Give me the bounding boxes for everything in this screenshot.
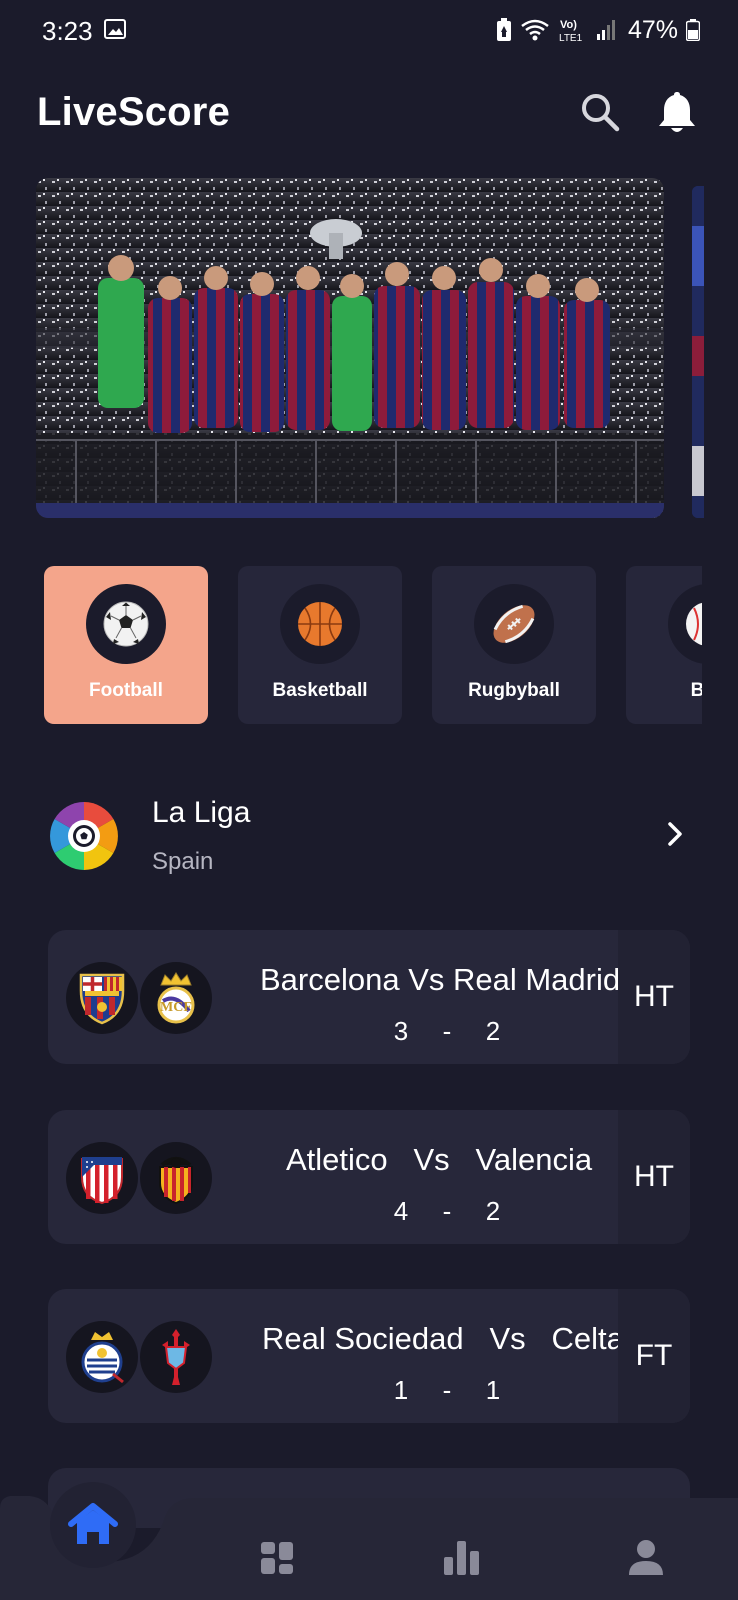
rugby-ball-icon bbox=[493, 604, 535, 644]
real-madrid-logo: MCF bbox=[140, 962, 212, 1034]
svg-text:Vo): Vo) bbox=[560, 19, 577, 31]
status-bar: 3:23 Vo) LTE1 47% bbox=[0, 0, 738, 60]
nav-profile[interactable] bbox=[624, 1536, 668, 1580]
real-sociedad-logo bbox=[66, 1321, 138, 1393]
match-status: FT bbox=[618, 1289, 690, 1423]
away-score: 1 bbox=[485, 1375, 501, 1405]
home-score: 1 bbox=[393, 1375, 409, 1405]
battery-percent: 47% bbox=[627, 15, 678, 44]
wifi-icon bbox=[521, 19, 549, 41]
atletico-logo bbox=[66, 1142, 138, 1214]
league-country: Spain bbox=[152, 848, 214, 875]
app-screen: 3:23 Vo) LTE1 47% LiveScore Football Bas… bbox=[0, 0, 738, 1600]
score-separator: - bbox=[442, 1375, 452, 1405]
nav-stats[interactable] bbox=[440, 1536, 484, 1580]
match-card[interactable]: MCF Barcelona Vs Real Madrid 3 - 2 HT bbox=[48, 930, 690, 1064]
category-label: Basketball bbox=[272, 680, 368, 701]
match-title: Real Sociedad Vs Celta bbox=[262, 1321, 624, 1356]
gallery-icon bbox=[104, 19, 126, 39]
grid-icon bbox=[261, 1542, 293, 1574]
soccer-ball-icon bbox=[103, 601, 149, 647]
match-score: 3 - 2 bbox=[388, 1016, 506, 1050]
svg-text:LTE1: LTE1 bbox=[559, 33, 583, 43]
barcelona-logo bbox=[66, 962, 138, 1034]
away-score: 2 bbox=[485, 1196, 501, 1226]
svg-text:MCF: MCF bbox=[160, 1000, 192, 1015]
baseball-icon bbox=[686, 602, 702, 646]
match-card[interactable]: Real Sociedad Vs Celta 1 - 1 FT bbox=[48, 1289, 690, 1423]
battery-icon bbox=[686, 19, 700, 41]
league-row[interactable]: La Liga Spain bbox=[46, 792, 698, 882]
nav-home[interactable] bbox=[50, 1482, 136, 1568]
home-score: 4 bbox=[393, 1196, 409, 1226]
nav-dashboard[interactable] bbox=[255, 1536, 299, 1580]
category-label: Football bbox=[89, 680, 163, 701]
basketball-icon bbox=[298, 602, 342, 646]
match-status: HT bbox=[618, 930, 690, 1064]
category-rugbyball[interactable]: Rugbyball bbox=[432, 566, 596, 724]
category-football[interactable]: Football bbox=[44, 566, 208, 724]
celta-logo bbox=[140, 1321, 212, 1393]
match-title: Barcelona Vs Real Madrid bbox=[260, 962, 621, 997]
league-name: La Liga bbox=[152, 796, 251, 829]
match-score: 4 - 2 bbox=[388, 1196, 506, 1230]
category-label: Bas bbox=[690, 680, 702, 701]
hero-image[interactable] bbox=[36, 178, 664, 518]
search-icon bbox=[582, 94, 620, 132]
bar-chart-icon bbox=[444, 1541, 479, 1575]
match-status: HT bbox=[618, 1110, 690, 1244]
chevron-right-icon bbox=[668, 822, 682, 846]
laliga-logo bbox=[50, 802, 118, 870]
category-label: Rugbyball bbox=[468, 680, 560, 701]
search-button[interactable] bbox=[578, 90, 622, 134]
app-title: LiveScore bbox=[37, 90, 231, 134]
user-icon bbox=[629, 1540, 663, 1575]
category-baseball[interactable]: Bas bbox=[626, 566, 702, 724]
battery-saver-icon bbox=[496, 18, 511, 41]
volte-icon: Vo) LTE1 bbox=[559, 19, 583, 43]
status-time: 3:23 bbox=[42, 16, 93, 46]
notification-button[interactable] bbox=[655, 90, 699, 134]
sport-categories: Football Basketball Rugbyball B bbox=[44, 566, 702, 726]
score-separator: - bbox=[442, 1196, 452, 1226]
bell-icon bbox=[659, 92, 695, 132]
home-icon bbox=[68, 1503, 118, 1544]
signal-icon bbox=[596, 20, 615, 40]
valencia-logo bbox=[140, 1142, 212, 1214]
away-score: 2 bbox=[485, 1016, 501, 1046]
category-basketball[interactable]: Basketball bbox=[238, 566, 402, 724]
home-score: 3 bbox=[393, 1016, 409, 1046]
match-card[interactable]: Atletico Vs Valencia 4 - 2 HT bbox=[48, 1110, 690, 1244]
match-score: 1 - 1 bbox=[388, 1375, 506, 1409]
hero-next-slide[interactable] bbox=[692, 186, 704, 518]
team-celebration-photo bbox=[36, 178, 664, 518]
score-separator: - bbox=[442, 1016, 452, 1046]
status-icons: Vo) LTE1 47% bbox=[496, 14, 700, 46]
